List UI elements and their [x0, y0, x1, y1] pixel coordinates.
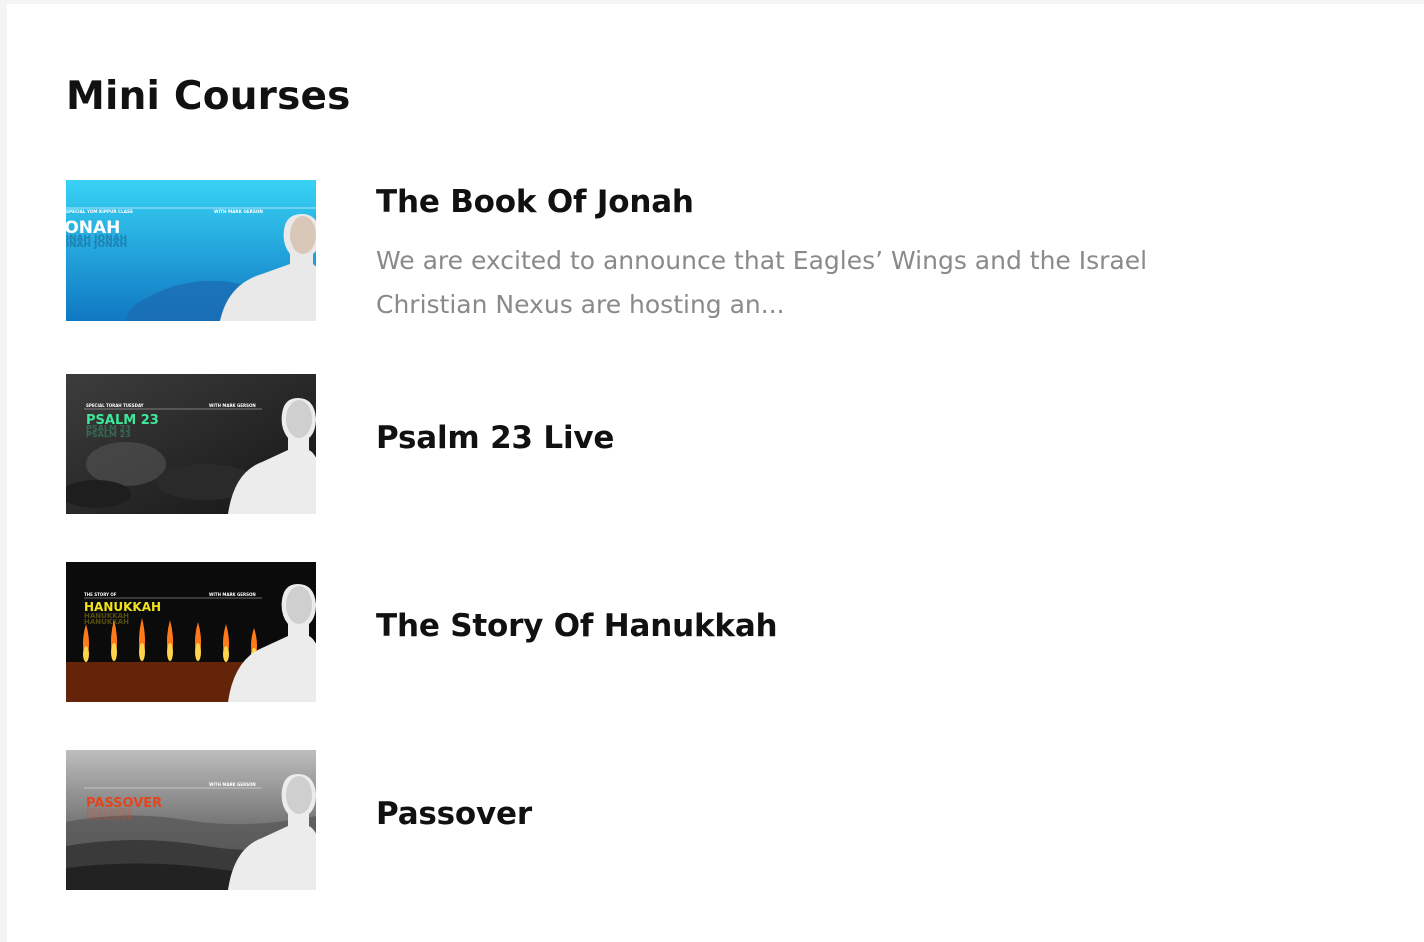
course-item-jonah[interactable]: SPECIAL YOM KIPPUR CLASS WITH MARK GERSO… — [66, 180, 1366, 321]
thumb-kicker: THE STORY OF — [84, 592, 117, 597]
mini-courses-panel: Mini Courses SPECIAL YOM KIPPUR CLASS WI… — [7, 4, 1424, 942]
course-thumbnail[interactable]: THE STORY OF WITH MARK GERSON HANUKKAH H… — [66, 562, 316, 702]
course-thumbnail[interactable]: WITH MARK GERSON PASSOVER PASSOVER PASSO… — [66, 750, 316, 890]
thumb-byline: WITH MARK GERSON — [209, 782, 256, 787]
svg-text:JONAH JONAH: JONAH JONAH — [66, 240, 127, 250]
svg-text:PASSOVER: PASSOVER — [86, 813, 133, 822]
course-item-passover[interactable]: WITH MARK GERSON PASSOVER PASSOVER PASSO… — [66, 750, 1366, 890]
svg-text:PSALM 23: PSALM 23 — [86, 430, 131, 439]
page-title: Mini Courses — [66, 74, 351, 119]
course-title[interactable]: The Book Of Jonah — [376, 184, 694, 220]
course-item-hanukkah[interactable]: THE STORY OF WITH MARK GERSON HANUKKAH H… — [66, 562, 1366, 702]
thumb-byline: WITH MARK GERSON — [209, 592, 256, 597]
course-item-psalm-23[interactable]: SPECIAL TORAH TUESDAY WITH MARK GERSON P… — [66, 374, 1366, 514]
svg-text:HANUKKAH: HANUKKAH — [84, 618, 129, 626]
course-title[interactable]: Psalm 23 Live — [376, 420, 614, 456]
thumb-byline: WITH MARK GERSON — [214, 209, 263, 214]
thumb-byline: WITH MARK GERSON — [209, 403, 256, 408]
course-title[interactable]: The Story Of Hanukkah — [376, 608, 778, 644]
thumb-kicker: SPECIAL YOM KIPPUR CLASS — [66, 209, 133, 214]
course-thumbnail[interactable]: SPECIAL YOM KIPPUR CLASS WITH MARK GERSO… — [66, 180, 316, 321]
course-title[interactable]: Passover — [376, 796, 532, 832]
course-thumbnail[interactable]: SPECIAL TORAH TUESDAY WITH MARK GERSON P… — [66, 374, 316, 514]
thumb-kicker: SPECIAL TORAH TUESDAY — [86, 403, 144, 408]
course-excerpt: We are excited to announce that Eagles’ … — [376, 246, 1148, 319]
